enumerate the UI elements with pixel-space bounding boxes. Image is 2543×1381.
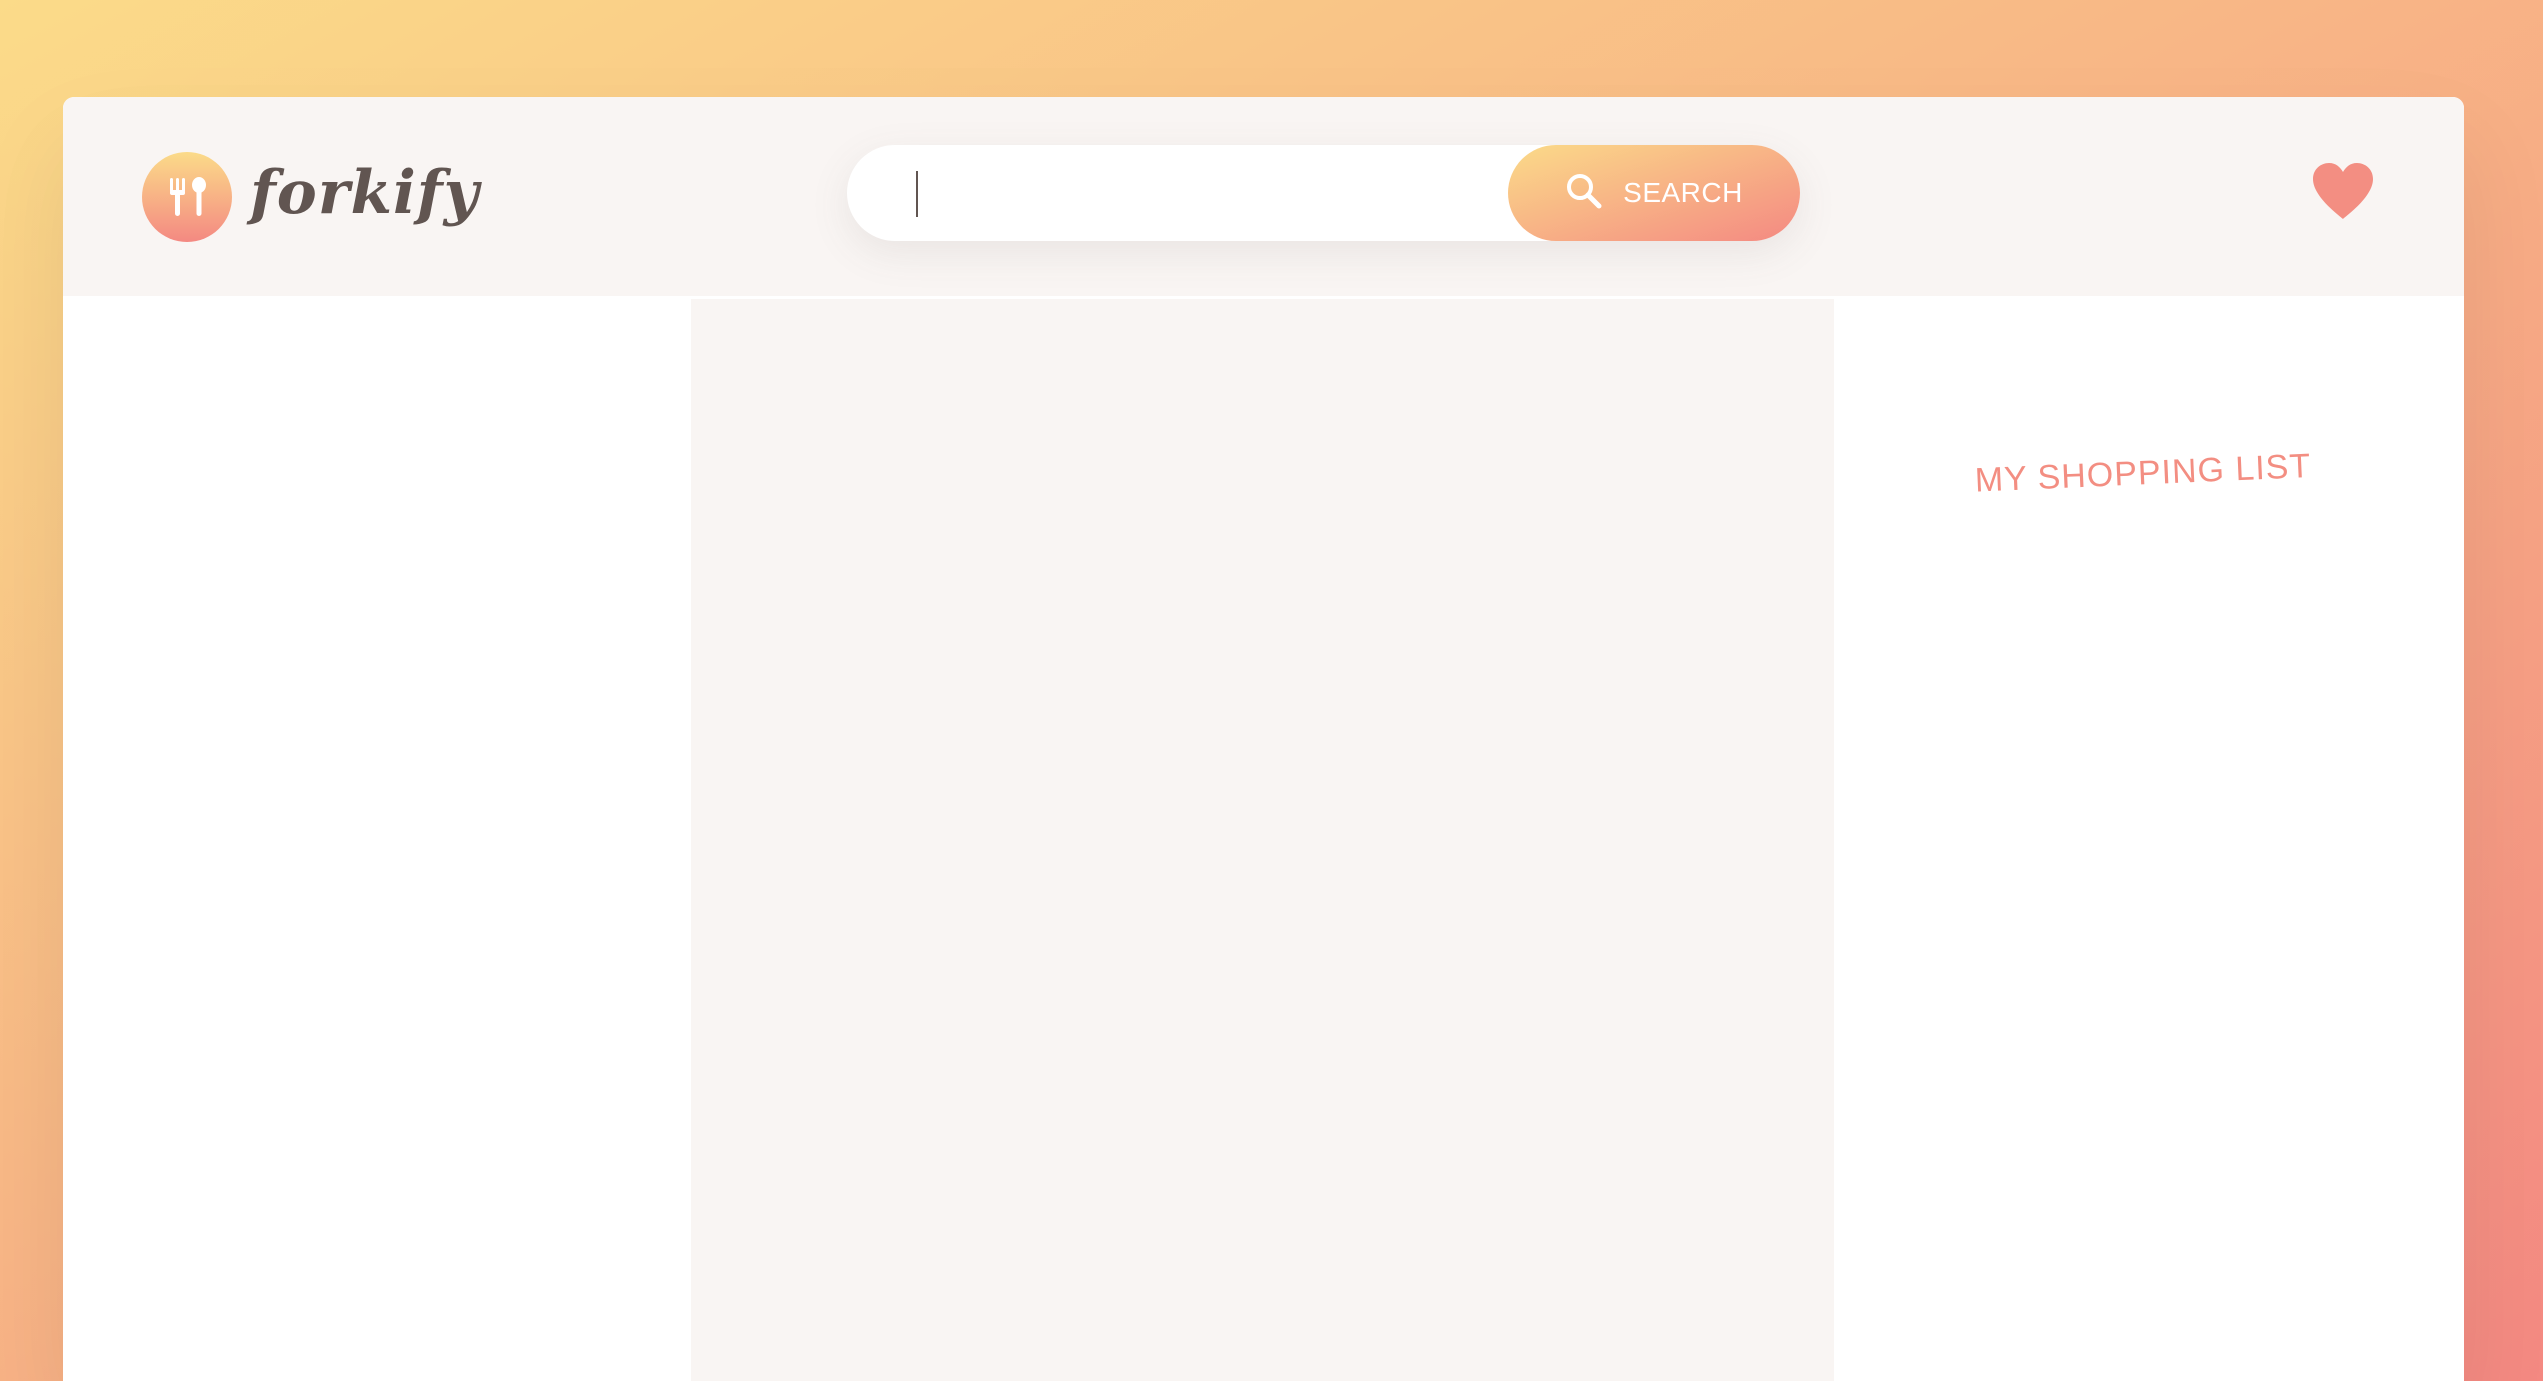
app-container: forkify SEARCH MY SHOPPING LIST (63, 97, 2464, 1381)
search-button-label: SEARCH (1623, 177, 1743, 208)
shopping-list-title: MY SHOPPING LIST (1974, 446, 2312, 500)
logo-text: forkify (250, 158, 480, 228)
search-results-panel (63, 296, 691, 1381)
fork-and-spoon-icon (142, 152, 232, 242)
recipe-panel (691, 299, 1834, 1381)
bookmarks-button[interactable] (2308, 161, 2378, 225)
search-button[interactable]: SEARCH (1508, 145, 1800, 241)
logo[interactable]: forkify (142, 152, 479, 242)
text-cursor (916, 171, 918, 217)
search-form: SEARCH (847, 144, 1800, 242)
search-icon (1565, 172, 1603, 214)
header: forkify SEARCH (63, 97, 2464, 296)
heart-icon (2309, 161, 2377, 225)
shopping-list-panel: MY SHOPPING LIST (1834, 296, 2464, 1381)
